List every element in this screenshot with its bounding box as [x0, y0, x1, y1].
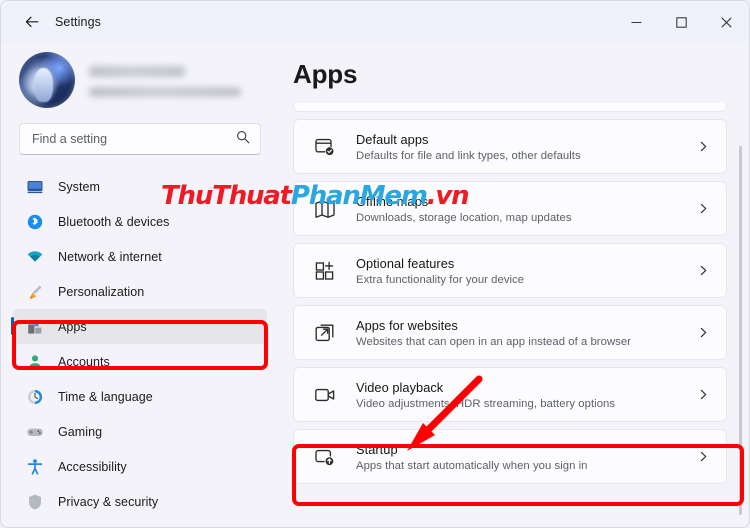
- monitor-icon: [25, 177, 45, 197]
- account-profile[interactable]: [1, 43, 279, 117]
- maximize-icon[interactable]: [659, 1, 704, 43]
- search-input[interactable]: [32, 132, 236, 146]
- optional-features-icon: [312, 258, 338, 284]
- page-title: Apps: [293, 59, 358, 89]
- sidebar-nav: System Bluetooth & devices Network & int…: [1, 169, 279, 519]
- window-title: Settings: [55, 15, 101, 29]
- gamepad-icon: [25, 422, 45, 442]
- sidebar-item-network-internet[interactable]: Network & internet: [13, 239, 267, 274]
- chevron-right-icon[interactable]: [696, 327, 710, 338]
- card-text: Video playback Video adjustments, HDR st…: [356, 380, 696, 410]
- close-icon[interactable]: [704, 1, 749, 43]
- sidebar-item-label: Privacy & security: [58, 494, 159, 509]
- card-subtitle: Websites that can open in an app instead…: [356, 335, 631, 348]
- paintbrush-icon: [25, 282, 45, 302]
- chevron-right-icon[interactable]: [696, 203, 710, 214]
- person-icon: [25, 352, 45, 372]
- card-startup[interactable]: Startup Apps that start automatically wh…: [293, 429, 727, 484]
- window-controls: [614, 1, 749, 43]
- chevron-right-icon[interactable]: [696, 265, 710, 276]
- card-optional-features[interactable]: Optional features Extra functionality fo…: [293, 243, 727, 298]
- sidebar-item-label: Bluetooth & devices: [58, 214, 170, 229]
- sidebar-item-label: Accessibility: [58, 459, 127, 474]
- card-subtitle: Defaults for file and link types, other …: [356, 149, 581, 162]
- card-title: Apps for websites: [356, 317, 458, 333]
- sidebar-item-label: Personalization: [58, 284, 145, 299]
- account-name: [89, 65, 185, 77]
- card-offline-maps[interactable]: Offline maps Downloads, storage location…: [293, 181, 727, 236]
- settings-window: Settings Find a setting System Bluetooth…: [0, 0, 750, 528]
- sidebar-item-label: Gaming: [58, 424, 103, 439]
- back-arrow-icon[interactable]: [15, 7, 49, 37]
- clock-icon: [25, 387, 45, 407]
- card-text: Apps for websites Websites that can open…: [356, 318, 696, 348]
- sidebar-item-bluetooth-devices[interactable]: Bluetooth & devices: [13, 204, 267, 239]
- content-area: Apps Default apps Defaults for file and …: [279, 43, 749, 527]
- card-text: Optional features Extra functionality fo…: [356, 256, 696, 286]
- chevron-right-icon[interactable]: [696, 141, 710, 152]
- sidebar-item-label: System: [58, 179, 100, 194]
- card-subtitle: Extra functionality for your device: [356, 273, 525, 286]
- account-email: [89, 86, 241, 97]
- default-apps-icon: [312, 134, 338, 160]
- card-text: Startup Apps that start automatically wh…: [356, 442, 696, 472]
- card-subtitle: Video adjustments, HDR streaming, batter…: [356, 397, 616, 410]
- sidebar-item-time-language[interactable]: Time & language: [13, 379, 267, 414]
- card-title: Optional features: [356, 255, 455, 271]
- card-text: Offline maps Downloads, storage location…: [356, 194, 696, 224]
- sidebar-item-accessibility[interactable]: Accessibility: [13, 449, 267, 484]
- sidebar-item-label: Apps: [58, 319, 87, 334]
- search-icon[interactable]: [236, 130, 250, 149]
- avatar: [19, 52, 75, 108]
- card-title: Offline maps: [356, 193, 429, 209]
- card-subtitle: Apps that start automatically when you s…: [356, 459, 588, 472]
- startup-icon: [312, 444, 338, 470]
- apps-for-websites-icon: [312, 320, 338, 346]
- card-default-apps[interactable]: Default apps Defaults for file and link …: [293, 119, 727, 174]
- wifi-icon: [25, 247, 45, 267]
- sidebar-item-gaming[interactable]: Gaming: [13, 414, 267, 449]
- offline-maps-icon: [312, 196, 338, 222]
- card-title: Startup: [356, 441, 398, 457]
- sidebar-item-privacy-security[interactable]: Privacy & security: [13, 484, 267, 519]
- card-subtitle: Downloads, storage location, map updates: [356, 211, 572, 224]
- apps-grid-icon: [25, 317, 45, 337]
- minimize-icon[interactable]: [614, 1, 659, 43]
- video-playback-icon: [312, 382, 338, 408]
- card-text: Default apps Defaults for file and link …: [356, 132, 696, 162]
- card-video-playback[interactable]: Video playback Video adjustments, HDR st…: [293, 367, 727, 422]
- chevron-right-icon[interactable]: [696, 389, 710, 400]
- card-apps-for-websites[interactable]: Apps for websites Websites that can open…: [293, 305, 727, 360]
- search-container: [1, 117, 279, 155]
- vertical-scrollbar[interactable]: [739, 146, 742, 515]
- sidebar-item-accounts[interactable]: Accounts: [13, 344, 267, 379]
- card-title: Default apps: [356, 131, 429, 147]
- sidebar-item-system[interactable]: System: [13, 169, 267, 204]
- sidebar-item-label: Accounts: [58, 354, 110, 369]
- title-bar: Settings: [1, 1, 749, 43]
- shield-icon: [25, 492, 45, 512]
- card-partial-top[interactable]: [293, 103, 727, 112]
- sidebar-item-label: Network & internet: [58, 249, 162, 264]
- sidebar-item-label: Time & language: [58, 389, 153, 404]
- sidebar-item-apps[interactable]: Apps: [11, 309, 267, 344]
- bluetooth-icon: [25, 212, 45, 232]
- accessibility-icon: [25, 457, 45, 477]
- sidebar-item-personalization[interactable]: Personalization: [13, 274, 267, 309]
- account-text: [89, 64, 241, 97]
- sidebar: System Bluetooth & devices: [1, 43, 279, 527]
- settings-card-list: Default apps Defaults for file and link …: [293, 103, 727, 527]
- search-box[interactable]: [19, 123, 261, 155]
- chevron-right-icon[interactable]: [696, 451, 710, 462]
- card-title: Video playback: [356, 379, 444, 395]
